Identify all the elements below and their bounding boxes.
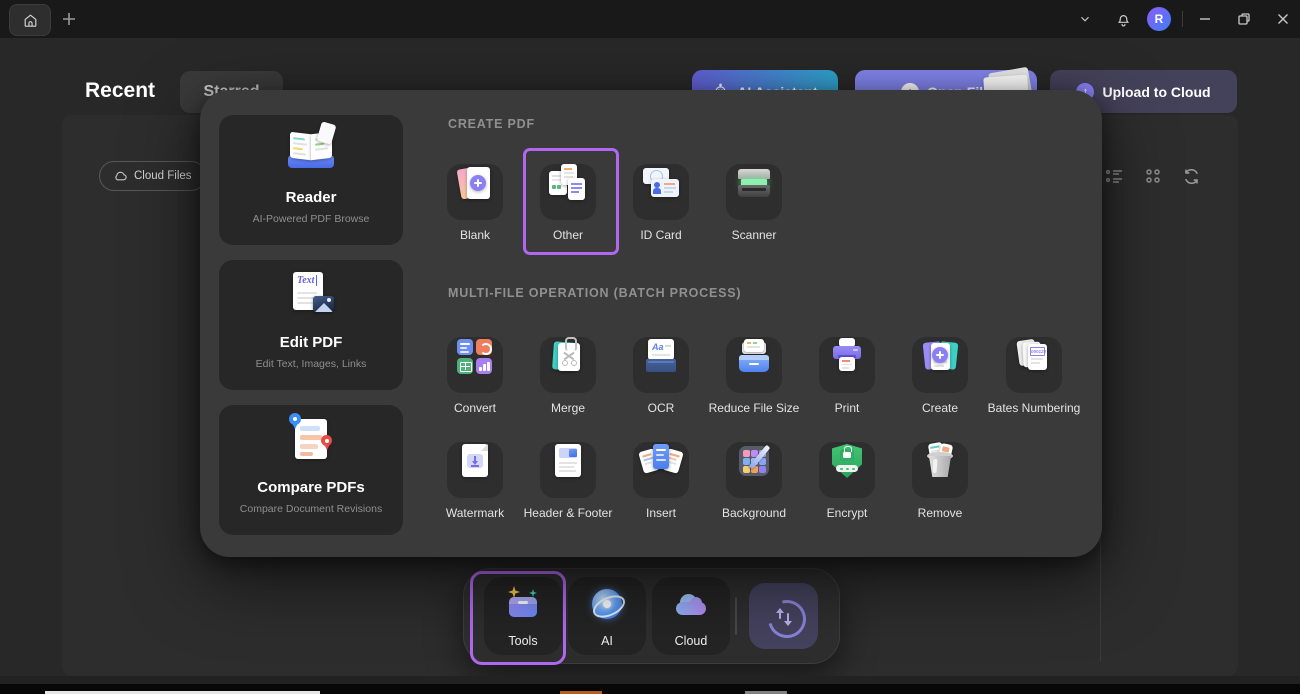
cloud-storage-icon xyxy=(673,586,709,622)
edit-document-icon: Text xyxy=(281,272,341,324)
list-view-button[interactable] xyxy=(1104,165,1126,187)
bottom-dock: Tools AI Cloud xyxy=(463,568,840,664)
blue-pin-icon xyxy=(289,413,301,425)
home-icon xyxy=(22,12,39,29)
tools-popup: Reader AI-Powered PDF Browse Text Edit P… xyxy=(200,90,1102,557)
tool-other[interactable]: Other xyxy=(525,156,611,242)
minimize-icon xyxy=(1198,12,1212,26)
tool-header-footer[interactable]: Header & Footer xyxy=(520,434,616,520)
tool-insert[interactable]: Insert xyxy=(613,434,709,520)
sync-icon xyxy=(766,598,802,634)
restore-icon xyxy=(1237,12,1251,26)
scanner-icon xyxy=(734,164,774,204)
print-icon xyxy=(827,337,867,377)
cloud-icon xyxy=(113,170,128,182)
convert-icon xyxy=(455,337,495,377)
tab-recent[interactable]: Recent xyxy=(85,79,155,103)
compare-pdfs-card[interactable]: Compare PDFs Compare Document Revisions xyxy=(219,405,403,535)
cloud-files-label: Cloud Files xyxy=(134,170,192,182)
tool-watermark[interactable]: Watermark xyxy=(427,434,523,520)
tool-scanner[interactable]: Scanner xyxy=(711,156,797,242)
merge-icon xyxy=(548,337,588,377)
dock-divider xyxy=(735,597,737,635)
tool-remove[interactable]: Remove xyxy=(892,434,988,520)
refresh-button[interactable] xyxy=(1180,165,1202,187)
close-icon xyxy=(1276,12,1290,26)
home-tab[interactable] xyxy=(9,4,51,36)
reader-book-icon xyxy=(281,127,341,179)
bates-numbering-icon: 000123 xyxy=(1014,337,1054,377)
reader-subtitle: AI-Powered PDF Browse xyxy=(219,213,403,225)
compare-pdfs-subtitle: Compare Document Revisions xyxy=(219,503,403,515)
plus-icon xyxy=(61,11,77,27)
remove-trash-icon xyxy=(920,442,960,482)
reduce-file-size-icon xyxy=(734,337,774,377)
tool-create[interactable]: Create xyxy=(892,329,988,415)
titlebar-divider xyxy=(1182,11,1183,27)
tool-id-card[interactable]: ID Card xyxy=(618,156,704,242)
create-pdf-heading: CREATE PDF xyxy=(448,117,535,131)
grid-view-icon xyxy=(1144,167,1162,185)
cloud-files-chip[interactable]: Cloud Files xyxy=(99,161,206,191)
tool-print[interactable]: Print xyxy=(799,329,895,415)
reader-title: Reader xyxy=(219,189,403,206)
red-pin-icon xyxy=(321,435,332,446)
compare-document-icon xyxy=(281,417,341,469)
tool-blank[interactable]: Blank xyxy=(432,156,518,242)
edit-pdf-title: Edit PDF xyxy=(219,334,403,351)
app-window: R Recent Starred AI Assi xyxy=(0,0,1300,694)
edit-pdf-card[interactable]: Text Edit PDF Edit Text, Images, Links xyxy=(219,260,403,390)
title-bar: R xyxy=(0,0,1300,38)
tool-convert[interactable]: Convert xyxy=(427,329,523,415)
notifications-button[interactable] xyxy=(1112,8,1134,30)
close-button[interactable] xyxy=(1272,8,1294,30)
teal-star-icon xyxy=(529,589,537,597)
tool-ocr[interactable]: Aa OCR xyxy=(613,329,709,415)
dock-ai-button[interactable]: AI xyxy=(568,577,646,655)
tool-encrypt[interactable]: Encrypt xyxy=(799,434,895,520)
other-documents-icon xyxy=(548,164,588,204)
create-icon xyxy=(920,337,960,377)
list-view-icon xyxy=(1105,167,1125,185)
grid-view-button[interactable] xyxy=(1142,165,1164,187)
watermark-icon xyxy=(455,442,495,482)
new-tab-button[interactable] xyxy=(58,8,80,30)
bell-icon xyxy=(1115,11,1132,28)
tool-merge[interactable]: Merge xyxy=(520,329,616,415)
avatar[interactable]: R xyxy=(1147,7,1171,31)
tool-reduce-file-size[interactable]: Reduce File Size xyxy=(706,329,802,415)
dock-cloud-button[interactable]: Cloud xyxy=(652,577,730,655)
avatar-initial: R xyxy=(1155,12,1164,26)
chevron-down-icon xyxy=(1078,12,1092,26)
ocr-icon: Aa xyxy=(641,337,681,377)
dock-sync-button[interactable] xyxy=(749,583,818,649)
encrypt-shield-icon xyxy=(827,442,867,482)
upload-to-cloud-label: Upload to Cloud xyxy=(1102,84,1210,100)
window-bottom-edge xyxy=(0,676,1300,684)
tool-bates-numbering[interactable]: 000123 Bates Numbering xyxy=(986,329,1082,415)
edit-pdf-subtitle: Edit Text, Images, Links xyxy=(219,358,403,370)
minimize-button[interactable] xyxy=(1194,8,1216,30)
header-footer-icon xyxy=(548,442,588,482)
tool-background[interactable]: Background xyxy=(706,434,802,520)
id-card-icon xyxy=(641,164,681,204)
chevron-down-button[interactable] xyxy=(1074,8,1096,30)
batch-heading: MULTI-FILE OPERATION (BATCH PROCESS) xyxy=(448,286,741,300)
tools-icon xyxy=(505,586,541,622)
restore-button[interactable] xyxy=(1233,8,1255,30)
reader-card[interactable]: Reader AI-Powered PDF Browse xyxy=(219,115,403,245)
ai-orb-icon xyxy=(589,586,625,622)
dock-tools-button[interactable]: Tools xyxy=(484,577,562,655)
refresh-icon xyxy=(1182,167,1201,186)
background-icon xyxy=(734,442,774,482)
insert-icon xyxy=(641,442,681,482)
os-taskbar xyxy=(0,684,1300,694)
blank-icon xyxy=(455,164,495,204)
compare-pdfs-title: Compare PDFs xyxy=(219,479,403,496)
